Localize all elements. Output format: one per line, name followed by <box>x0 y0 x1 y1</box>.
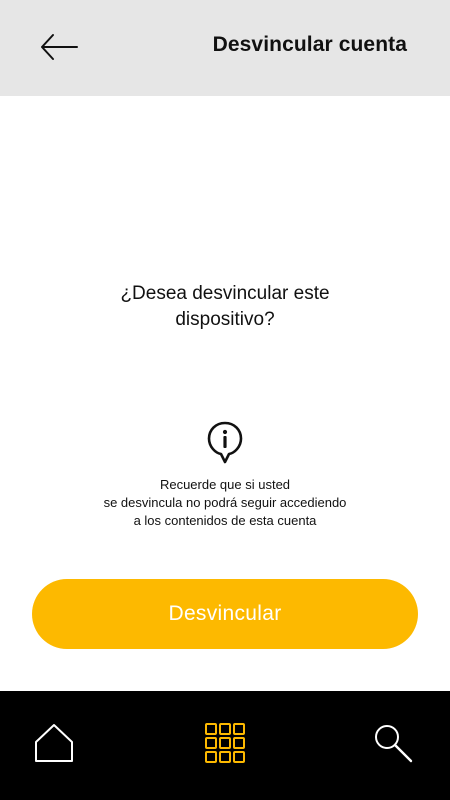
note-line-2: se desvincula no podrá seguir accediendo <box>103 495 347 510</box>
back-button[interactable] <box>34 26 84 68</box>
page-title: Desvincular cuenta <box>212 33 407 56</box>
info-pin-icon <box>207 421 243 464</box>
unlink-button[interactable]: Desvincular <box>32 579 418 649</box>
note-line-3: a los contenidos de esta cuenta <box>133 513 317 528</box>
home-icon <box>35 724 73 762</box>
confirm-question: ¿Desea desvincular este dispositivo? <box>0 281 450 333</box>
question-line-2: dispositivo? <box>175 309 275 330</box>
top-bar: Desvincular cuenta <box>0 0 450 96</box>
arrow-left-icon <box>41 34 78 60</box>
nav-search[interactable] <box>371 721 415 765</box>
search-icon <box>375 725 413 763</box>
note-line-1: Recuerde que si usted <box>159 477 291 492</box>
bottom-navigation <box>0 691 450 800</box>
nav-apps[interactable] <box>203 721 247 765</box>
grid-icon <box>205 723 245 763</box>
question-line-1: ¿Desea desvincular este <box>120 283 330 304</box>
nav-home[interactable] <box>32 721 76 765</box>
warning-note: Recuerde que si usted se desvincula no p… <box>0 476 450 530</box>
